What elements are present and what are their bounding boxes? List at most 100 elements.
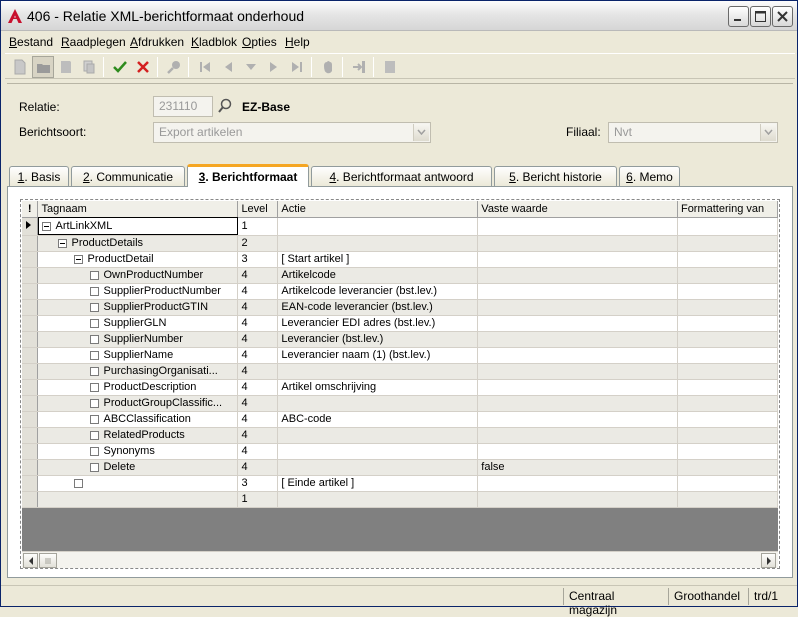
cell-tagnaam[interactable]: Delete: [37, 459, 239, 476]
maximize-button[interactable]: [750, 6, 771, 27]
cell-level[interactable]: 2: [237, 235, 279, 252]
row-selector[interactable]: [22, 411, 39, 428]
menu-opties[interactable]: Opties: [242, 35, 277, 49]
cell-actie[interactable]: [ Einde artikel ]: [277, 475, 479, 492]
column-header-vaste-waarde[interactable]: Vaste waarde: [477, 201, 678, 218]
scroll-left-button[interactable]: [23, 553, 38, 568]
row-selector[interactable]: [22, 363, 39, 380]
cell-level[interactable]: 4: [237, 267, 279, 284]
cell-formattering[interactable]: [677, 411, 778, 428]
cell-tagnaam[interactable]: OwnProductNumber: [37, 267, 239, 284]
cell-vaste-waarde[interactable]: [477, 235, 678, 252]
scrollbar-thumb[interactable]: [39, 553, 57, 568]
row-selector[interactable]: [22, 491, 39, 508]
cell-vaste-waarde[interactable]: [477, 395, 678, 412]
cell-actie[interactable]: [ Start artikel ]: [277, 251, 479, 268]
cell-vaste-waarde[interactable]: [477, 379, 678, 396]
cell-tagnaam[interactable]: SupplierProductNumber: [37, 283, 239, 300]
collapse-node-icon[interactable]: [42, 221, 52, 231]
cell-level[interactable]: 4: [237, 315, 279, 332]
scroll-right-button[interactable]: [761, 553, 776, 568]
cell-actie[interactable]: Leverancier naam (1) (bst.lev.): [277, 347, 479, 364]
filiaal-dropdown-button[interactable]: [760, 124, 776, 141]
table-row[interactable]: SupplierNumber 4 Leverancier (bst.lev.): [22, 331, 778, 348]
menu-help[interactable]: Help: [285, 35, 310, 49]
close-button[interactable]: [772, 6, 793, 27]
cell-formattering[interactable]: [677, 475, 778, 492]
row-selector[interactable]: [22, 459, 39, 476]
cell-actie[interactable]: ABC-code: [277, 411, 479, 428]
cell-formattering[interactable]: [677, 251, 778, 268]
menu-kladblok[interactable]: Kladblok: [191, 35, 237, 49]
cell-level[interactable]: 4: [237, 459, 279, 476]
cell-tagnaam[interactable]: SupplierName: [37, 347, 239, 364]
table-row[interactable]: Synonyms 4: [22, 443, 778, 460]
cell-level[interactable]: 1: [237, 491, 279, 508]
row-selector[interactable]: [22, 427, 39, 444]
cell-actie[interactable]: [277, 363, 479, 380]
tab-communicatie[interactable]: 2. Communicatie: [71, 166, 185, 186]
cell-vaste-waarde[interactable]: [477, 331, 678, 348]
export-button[interactable]: [348, 56, 370, 78]
cell-tagnaam[interactable]: ArtLinkXML: [37, 217, 239, 236]
search-button[interactable]: [163, 56, 185, 78]
cell-actie[interactable]: [277, 427, 479, 444]
cell-formattering[interactable]: [677, 299, 778, 316]
relatie-input[interactable]: 231110: [153, 96, 213, 117]
column-header-level[interactable]: Level: [237, 201, 279, 218]
cell-vaste-waarde[interactable]: [477, 491, 678, 508]
table-row[interactable]: 1: [22, 491, 778, 508]
cell-vaste-waarde[interactable]: [477, 283, 678, 300]
row-selector[interactable]: [22, 283, 39, 300]
cell-actie[interactable]: [277, 217, 479, 236]
cancel-button[interactable]: [132, 56, 154, 78]
search-icon[interactable]: [217, 98, 233, 114]
cell-vaste-waarde[interactable]: [477, 347, 678, 364]
table-row[interactable]: SupplierName 4 Leverancier naam (1) (bst.l…: [22, 347, 778, 364]
tab-bericht-historie[interactable]: 5. Bericht historie: [494, 166, 617, 186]
cell-vaste-waarde[interactable]: [477, 267, 678, 284]
cell-level[interactable]: 1: [237, 217, 279, 236]
new-button[interactable]: [9, 56, 31, 78]
tab-berichtformaat-antwoord[interactable]: 4. Berichtformaat antwoord: [311, 166, 492, 186]
cell-vaste-waarde[interactable]: [477, 475, 678, 492]
cell-vaste-waarde[interactable]: [477, 299, 678, 316]
cell-level[interactable]: 4: [237, 395, 279, 412]
row-selector[interactable]: [22, 299, 39, 316]
cell-actie[interactable]: [277, 491, 479, 508]
cell-actie[interactable]: Leverancier EDI adres (bst.lev.): [277, 315, 479, 332]
row-selector[interactable]: [22, 379, 39, 396]
down-record-button[interactable]: [240, 56, 262, 78]
table-row[interactable]: PurchasingOrganisati... 4: [22, 363, 778, 380]
cell-formattering[interactable]: [677, 315, 778, 332]
cell-level[interactable]: 3: [237, 475, 279, 492]
table-row[interactable]: OwnProductNumber 4 Artikelcode: [22, 267, 778, 284]
tag-grid[interactable]: ! Tagnaam Level Actie Vaste waarde Forma…: [22, 201, 778, 551]
tab-memo[interactable]: 6. Memo: [619, 166, 680, 186]
cell-level[interactable]: 4: [237, 283, 279, 300]
table-row[interactable]: Delete 4 false: [22, 459, 778, 476]
table-row[interactable]: SupplierProductNumber 4 Artikelcode levera…: [22, 283, 778, 300]
table-row[interactable]: 3[ Einde artikel ]: [22, 475, 778, 492]
next-record-button[interactable]: [263, 56, 285, 78]
cell-formattering[interactable]: [677, 491, 778, 508]
previous-record-button[interactable]: [217, 56, 239, 78]
cell-vaste-waarde[interactable]: [477, 411, 678, 428]
column-header-formattering[interactable]: Formattering van: [677, 201, 778, 218]
cell-tagnaam[interactable]: ProductDetails: [37, 235, 239, 252]
cell-tagnaam[interactable]: [37, 491, 239, 508]
cell-level[interactable]: 4: [237, 363, 279, 380]
row-selector[interactable]: [22, 267, 39, 284]
table-row[interactable]: ProductDescription 4 Artikel omschrijving: [22, 379, 778, 396]
cell-tagnaam[interactable]: SupplierProductGTIN: [37, 299, 239, 316]
cell-formattering[interactable]: [677, 395, 778, 412]
row-selector[interactable]: [22, 251, 39, 268]
cell-formattering[interactable]: [677, 459, 778, 476]
cell-tagnaam[interactable]: SupplierGLN: [37, 315, 239, 332]
minimize-button[interactable]: [728, 6, 749, 27]
collapse-node-icon[interactable]: [58, 238, 68, 248]
row-selector[interactable]: [22, 331, 39, 348]
cell-level[interactable]: 4: [237, 427, 279, 444]
cell-formattering[interactable]: [677, 347, 778, 364]
tab-berichtformaat[interactable]: 3. Berichtformaat: [187, 164, 309, 187]
